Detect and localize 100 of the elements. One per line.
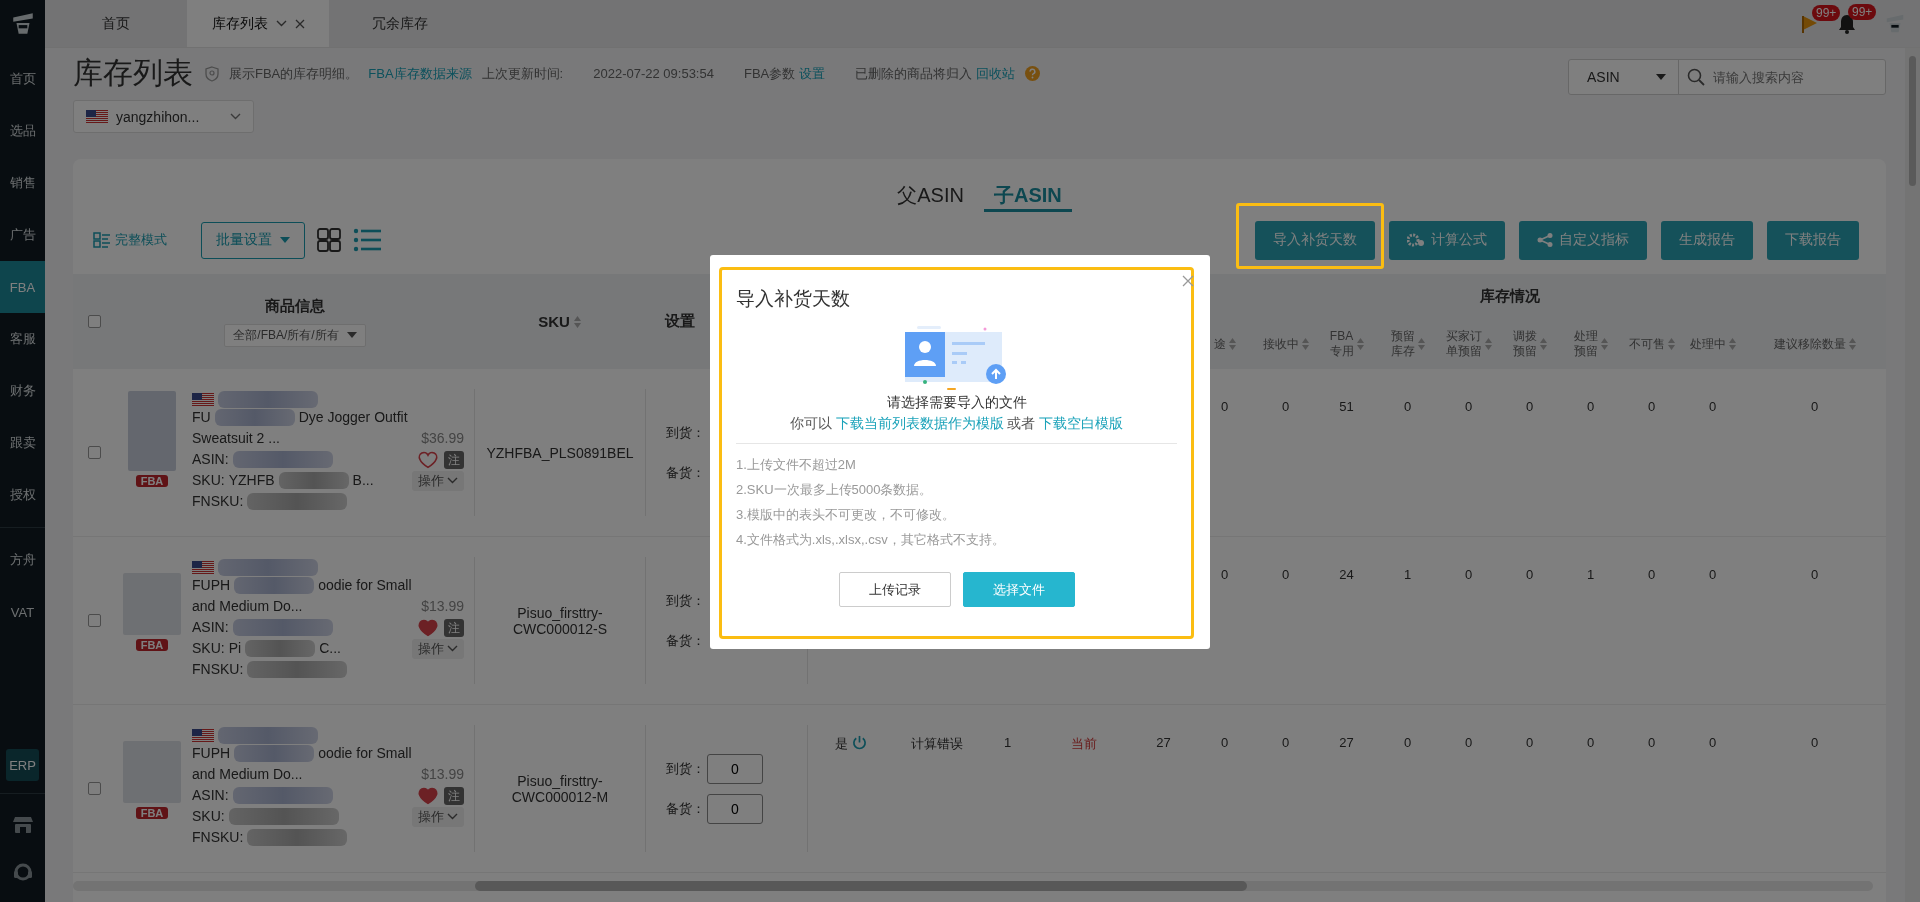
tab[interactable]: 冗余库存 bbox=[329, 0, 471, 47]
table-cell-text: 27 bbox=[1338, 734, 1355, 752]
product-title[interactable]: FUPH bbox=[192, 575, 231, 596]
column-header[interactable]: FBA 专用 bbox=[1329, 329, 1354, 359]
sort-icon bbox=[1417, 338, 1425, 350]
asin-tab[interactable]: 父ASIN bbox=[887, 182, 974, 212]
table-cell-text: 0 bbox=[1280, 398, 1291, 416]
sidebar-item[interactable]: 跟卖 bbox=[0, 417, 45, 469]
sidebar-item[interactable]: 方舟 bbox=[0, 534, 45, 586]
note-tag[interactable]: 注 bbox=[444, 450, 464, 469]
dialog-title: 导入补货天数 bbox=[736, 287, 851, 311]
prompt-text: 请选择需要导入的文件 bbox=[885, 394, 1028, 412]
table-cell-text: 0 bbox=[1524, 566, 1535, 584]
help-icon[interactable] bbox=[1025, 66, 1041, 81]
asin-tab[interactable]: 子ASIN bbox=[983, 182, 1072, 212]
list-view-icon[interactable] bbox=[353, 228, 381, 252]
tab[interactable]: 库存列表 bbox=[187, 0, 329, 47]
table-cell-text: 0 bbox=[1809, 734, 1820, 752]
hint-text: 或者 bbox=[1007, 415, 1036, 431]
stock-label: 备货： bbox=[666, 632, 705, 650]
column-header[interactable]: 处理 预留 bbox=[1573, 329, 1598, 359]
note-tag[interactable]: 注 bbox=[444, 618, 464, 637]
count-badge: 99+ bbox=[1812, 4, 1841, 21]
sort-icon bbox=[1667, 338, 1675, 350]
sidebar-item[interactable]: FBA bbox=[0, 261, 45, 313]
stock-input[interactable]: 0 bbox=[707, 794, 763, 824]
logo-icon[interactable] bbox=[1884, 12, 1906, 35]
grid-view-icon[interactable] bbox=[317, 228, 341, 252]
table-cell-text: 0 bbox=[1646, 398, 1657, 416]
sku-text: B... bbox=[352, 471, 374, 490]
sidebar-item[interactable]: 首页 bbox=[0, 53, 45, 105]
batch-settings-button[interactable]: 批量设置 bbox=[201, 221, 305, 259]
column-header[interactable]: 建议移除数量 bbox=[1773, 336, 1846, 352]
column-header[interactable]: SKU bbox=[538, 313, 570, 330]
action-button[interactable]: 操作 bbox=[412, 806, 464, 827]
toolbar-button[interactable]: 导入补货天数 bbox=[1255, 220, 1375, 260]
sidebar-item[interactable]: 选品 bbox=[0, 105, 45, 157]
row-checkbox[interactable] bbox=[88, 782, 101, 795]
store-icon[interactable] bbox=[12, 816, 33, 834]
column-header[interactable]: 处理中 bbox=[1689, 336, 1726, 352]
recycle-link[interactable]: 回收站 bbox=[976, 64, 1016, 83]
shield-help-icon[interactable] bbox=[205, 65, 219, 82]
column-header[interactable]: 不可售 bbox=[1628, 336, 1665, 352]
product-title[interactable]: FU bbox=[192, 407, 211, 428]
flag-icon[interactable] bbox=[1802, 14, 1818, 33]
toolbar-button[interactable]: 自定义指标 bbox=[1519, 220, 1647, 260]
column-header[interactable]: 买家订 单预留 bbox=[1445, 329, 1482, 359]
table-cell-text: 0 bbox=[1646, 566, 1657, 584]
toolbar-button[interactable]: 生成报告 bbox=[1661, 220, 1753, 260]
heart-icon[interactable] bbox=[418, 786, 438, 805]
table-cell: 当前 bbox=[1071, 735, 1097, 753]
toolbar-button[interactable]: 下载报告 bbox=[1767, 220, 1859, 260]
table-cell-text: 0 bbox=[1219, 398, 1230, 416]
choose-file-button[interactable]: 选择文件 bbox=[962, 572, 1075, 607]
product-title[interactable]: FUPH bbox=[192, 743, 231, 764]
sidebar-item[interactable]: 广告 bbox=[0, 209, 45, 261]
full-mode-toggle[interactable]: 完整模式 bbox=[93, 231, 167, 249]
sidebar-item[interactable]: 销售 bbox=[0, 157, 45, 209]
tab[interactable]: 首页 bbox=[45, 0, 187, 47]
account-select[interactable]: yangzhihon... bbox=[73, 100, 254, 133]
erp-button[interactable]: ERP bbox=[6, 749, 39, 781]
search-box[interactable]: ASIN 请输入搜索内容 bbox=[1568, 59, 1886, 95]
settings-link[interactable]: 设置 bbox=[799, 64, 826, 83]
heart-icon[interactable] bbox=[418, 450, 438, 469]
close-icon[interactable] bbox=[1182, 275, 1194, 287]
horizontal-scrollbar[interactable] bbox=[73, 881, 1873, 891]
product-title[interactable]: Dye Jogger Outfit bbox=[298, 407, 408, 428]
column-header[interactable]: 接收中 bbox=[1262, 336, 1299, 352]
action-button[interactable]: 操作 bbox=[412, 470, 464, 491]
column-header[interactable]: 调拨 预留 bbox=[1512, 329, 1537, 359]
source-link[interactable]: FBA库存数据来源 bbox=[368, 64, 472, 83]
toolbar-button[interactable]: 计算公式 bbox=[1389, 220, 1505, 260]
sidebar-item[interactable]: 财务 bbox=[0, 365, 45, 417]
vertical-scrollbar[interactable] bbox=[1905, 48, 1920, 902]
column-header[interactable]: 预留 库存 bbox=[1390, 329, 1415, 359]
product-title[interactable]: oodie for Small bbox=[318, 575, 412, 596]
filter-dropdown[interactable]: 全部/FBA/所有/所有 bbox=[224, 323, 366, 347]
row-checkbox[interactable] bbox=[88, 446, 101, 459]
download-current-link[interactable]: 下载当前列表数据作为模版 bbox=[835, 415, 1004, 431]
arrival-input[interactable]: 0 bbox=[707, 754, 763, 784]
note-tag[interactable]: 注 bbox=[444, 786, 464, 805]
headset-icon[interactable] bbox=[12, 862, 33, 882]
action-button[interactable]: 操作 bbox=[412, 638, 464, 659]
sidebar-item[interactable]: VAT bbox=[0, 586, 45, 638]
sort-icon bbox=[1848, 338, 1856, 350]
sidebar-item[interactable]: 客服 bbox=[0, 313, 45, 365]
close-icon[interactable] bbox=[294, 18, 305, 29]
upload-history-button[interactable]: 上传记录 bbox=[838, 572, 951, 607]
row-checkbox[interactable] bbox=[88, 614, 101, 627]
params-label: FBA参数 bbox=[743, 64, 796, 83]
sidebar-item[interactable]: 授权 bbox=[0, 469, 45, 521]
column-header[interactable]: 途 bbox=[1213, 336, 1226, 352]
heart-icon[interactable] bbox=[418, 618, 438, 637]
search-field-select[interactable]: ASIN bbox=[1569, 60, 1679, 94]
download-blank-link[interactable]: 下载空白模版 bbox=[1039, 415, 1124, 431]
asin-label: ASIN: bbox=[192, 786, 229, 805]
select-all-checkbox[interactable] bbox=[88, 315, 101, 328]
table-cell-text: 0 bbox=[1280, 566, 1291, 584]
power-icon[interactable] bbox=[852, 735, 867, 750]
product-title[interactable]: oodie for Small bbox=[318, 743, 412, 764]
